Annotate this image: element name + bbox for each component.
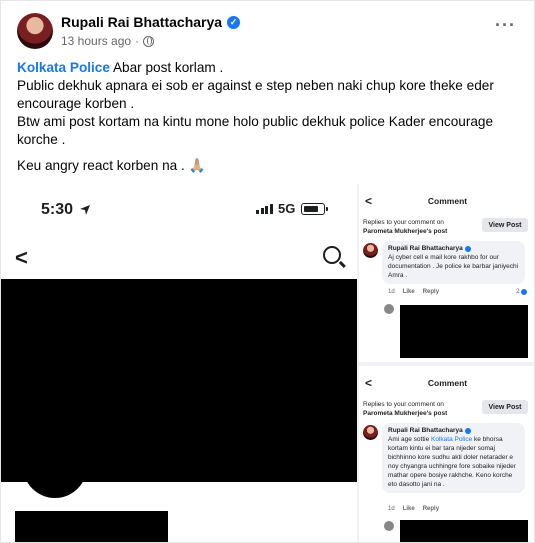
comment-screenshot-1[interactable]: < Comment Replies to your comment on Par… xyxy=(359,184,534,362)
post-body: Kolkata Police Abar post korlam . Public… xyxy=(17,59,522,175)
reply-context: Replies to your comment on Parometa Mukh… xyxy=(363,218,447,236)
like-button[interactable]: Like xyxy=(403,506,415,512)
comment-age: 1d xyxy=(388,506,395,512)
comment-text-part-1: Ami age sottie xyxy=(388,436,431,443)
comment-header-title: Comment xyxy=(427,196,468,206)
reply-button[interactable]: Reply xyxy=(423,506,439,512)
commenter-name: Rupali Rai Bhattacharya xyxy=(388,245,519,252)
battery-tip xyxy=(326,207,328,211)
verified-badge-icon xyxy=(464,427,471,434)
commenter-avatar xyxy=(363,425,378,440)
reply-prefix: Replies to your comment on xyxy=(363,401,444,408)
facebook-post: Rupali Rai Bhattacharya ✓ 13 hours ago ·… xyxy=(0,0,535,543)
author-avatar[interactable] xyxy=(17,13,53,49)
more-options-button[interactable]: ··· xyxy=(495,15,516,36)
signal-icon xyxy=(256,204,273,214)
comment-bubble: Rupali Rai Bhattacharya Aj cyber cell e … xyxy=(382,241,525,284)
view-post-button[interactable]: View Post xyxy=(482,218,528,232)
mention-kolkata-police[interactable]: Kolkata Police xyxy=(431,436,472,443)
network-type: 5G xyxy=(278,201,296,216)
comment-text: Aj cyber cell e mail kore rakhbo for our… xyxy=(388,254,519,279)
post-line-1-text: Abar post korlam . xyxy=(109,60,224,75)
verified-badge-icon: ✓ xyxy=(227,15,241,29)
comment-age: 1d xyxy=(388,289,395,295)
reply-button[interactable]: Reply xyxy=(423,289,439,295)
comment-screenshot-2[interactable]: < Comment Replies to your comment on Par… xyxy=(359,366,534,542)
redacted-avatar xyxy=(23,434,87,498)
post-line-1: Kolkata Police Abar post korlam . xyxy=(17,59,522,77)
author-name-text[interactable]: Rupali Rai Bhattacharya xyxy=(61,14,222,30)
reply-post-owner: Parometa Mukherjee's post xyxy=(363,228,448,235)
commenter-name-text: Rupali Rai Bhattacharya xyxy=(388,245,463,252)
commenter-name: Rupali Rai Bhattacharya xyxy=(388,427,519,434)
mention-kolkata-police[interactable]: Kolkata Police xyxy=(17,60,110,75)
meta-separator: · xyxy=(135,34,140,48)
phone-clock: 5:30 xyxy=(41,201,74,218)
globe-icon xyxy=(143,35,155,47)
post-meta: 13 hours ago · xyxy=(61,34,155,48)
commenter-name-text: Rupali Rai Bhattacharya xyxy=(388,427,463,434)
redacted-reply xyxy=(400,520,528,542)
post-timestamp[interactable]: 13 hours ago xyxy=(61,34,131,48)
like-button[interactable]: Like xyxy=(403,289,415,295)
post-line-2: Public dekhuk apnara ei sob er against e… xyxy=(17,78,494,111)
reply-avatar xyxy=(384,304,394,314)
search-icon[interactable] xyxy=(323,246,341,264)
reaction-count[interactable]: 2 xyxy=(516,288,527,295)
verified-badge-icon xyxy=(464,245,471,252)
comment-bubble: Rupali Rai Bhattacharya Ami age sottie K… xyxy=(382,423,525,493)
post-line-3: Btw ami post kortam na kintu mone holo p… xyxy=(17,114,494,147)
back-chevron-icon[interactable]: < xyxy=(15,245,28,271)
post-media[interactable]: 5:30 5G < < Comment Replies to your comm… xyxy=(1,184,534,542)
battery-icon xyxy=(301,203,325,215)
reply-prefix: Replies to your comment on xyxy=(363,219,444,226)
view-post-button[interactable]: View Post xyxy=(482,400,528,414)
comment-text-part-2: ke bhorsa kortam kintu ei bar tara nijed… xyxy=(388,436,516,488)
post-line-4: Keu angry react korben na . 🙏🏼 xyxy=(17,158,206,173)
author-name[interactable]: Rupali Rai Bhattacharya ✓ xyxy=(61,14,241,30)
reply-context: Replies to your comment on Parometa Mukh… xyxy=(363,400,447,418)
redacted-reply xyxy=(400,305,528,358)
phone-screenshot[interactable]: 5:30 5G < xyxy=(1,184,357,542)
like-reaction-icon xyxy=(520,288,527,295)
redacted-name xyxy=(15,511,168,542)
reply-avatar xyxy=(384,521,394,531)
comment-header-title: Comment xyxy=(427,378,468,388)
comment-actions: 1d Like Reply xyxy=(388,506,439,512)
location-arrow-icon xyxy=(80,205,90,215)
reaction-count-text: 2 xyxy=(516,288,520,295)
reply-post-owner: Parometa Mukherjee's post xyxy=(363,410,448,417)
commenter-avatar xyxy=(363,243,378,258)
comment-text: Ami age sottie Kolkata Police ke bhorsa … xyxy=(388,435,519,489)
comment-actions: 1d Like Reply xyxy=(388,289,439,295)
